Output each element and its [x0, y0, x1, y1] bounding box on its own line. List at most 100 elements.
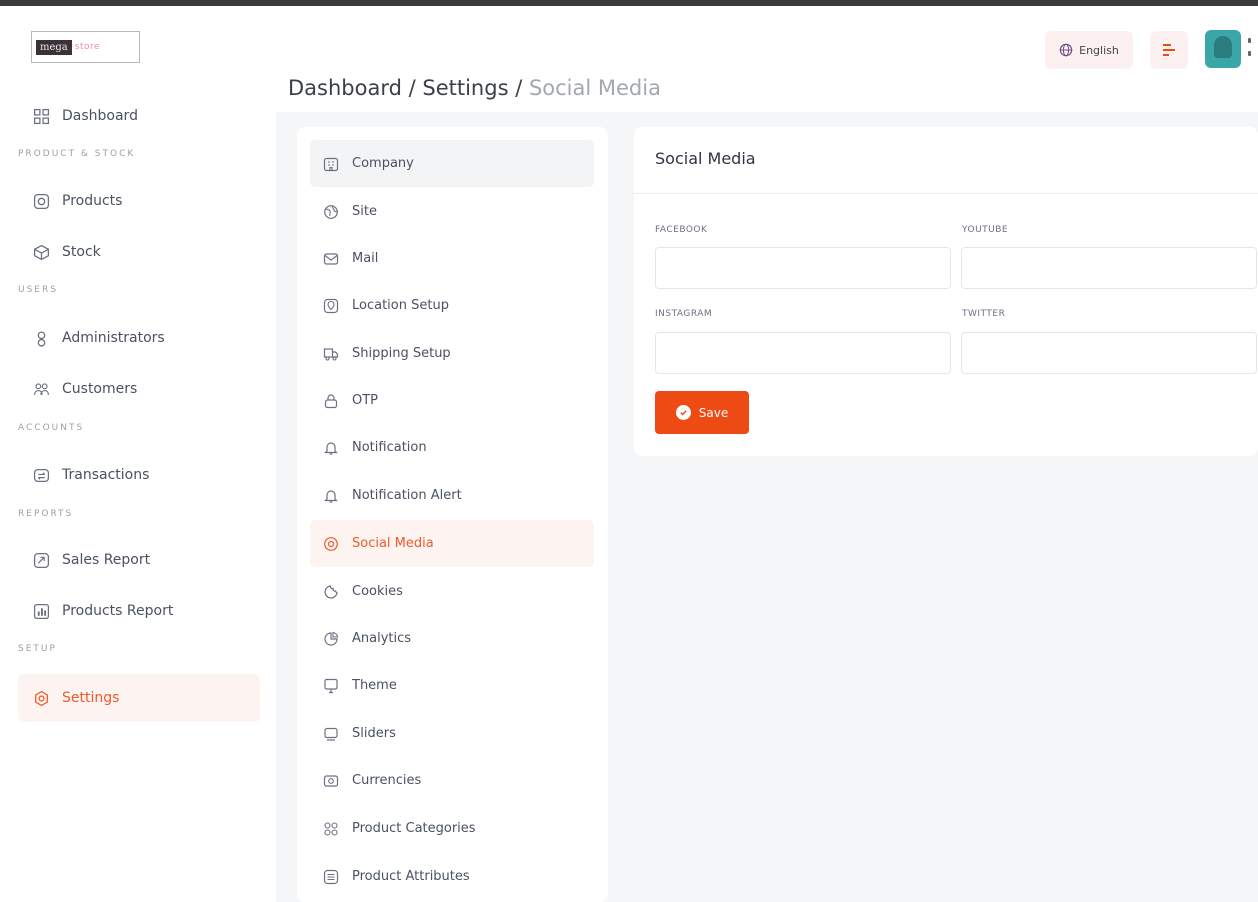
section-setup: SETUP [18, 644, 57, 654]
report-icon [32, 551, 50, 569]
settings-item-product-attributes[interactable]: Product Attributes [310, 853, 594, 900]
mail-icon [322, 250, 340, 268]
sidebar-item-products[interactable]: Products [18, 177, 260, 225]
products-icon [32, 192, 50, 210]
twitter-input[interactable] [961, 332, 1257, 374]
sidebar-item-dashboard[interactable]: Dashboard [18, 92, 260, 140]
card-title: Social Media [655, 149, 756, 168]
globe-icon [322, 203, 340, 221]
settings-item-mail[interactable]: Mail [310, 235, 594, 282]
theme-icon [322, 677, 340, 695]
instagram-label: INSTAGRAM [655, 309, 713, 319]
currency-icon [322, 772, 340, 790]
instagram-input[interactable] [655, 332, 951, 374]
settings-item-label: Sliders [352, 726, 396, 741]
settings-item-shipping-setup[interactable]: Shipping Setup [310, 330, 594, 377]
settings-item-label: OTP [352, 393, 379, 408]
users-icon [32, 380, 50, 398]
settings-item-label: Mail [352, 251, 379, 266]
settings-item-site[interactable]: Site [310, 188, 594, 235]
settings-item-label: Site [352, 204, 377, 219]
truck-icon [322, 345, 340, 363]
section-users: USERS [18, 285, 58, 295]
sidebar: Dashboard PRODUCT & STOCK Products Stock… [0, 78, 270, 902]
menu-toggle-button[interactable] [1150, 31, 1188, 69]
transactions-icon [32, 466, 50, 484]
logo[interactable]: mega store [31, 31, 140, 63]
breadcrumb-separator: / [508, 76, 529, 100]
section-reports: REPORTS [18, 509, 74, 519]
section-product-stock: PRODUCT & STOCK [18, 149, 136, 159]
settings-item-label: Product Categories [352, 821, 476, 836]
settings-item-label: Notification Alert [352, 488, 462, 503]
sidebar-item-transactions[interactable]: Transactions [18, 451, 260, 499]
lock-icon [322, 392, 340, 410]
facebook-label: FACEBOOK [655, 225, 708, 235]
settings-item-analytics[interactable]: Analytics [310, 615, 594, 662]
settings-menu: Company Site Mail Location Setup Shippin… [297, 127, 608, 902]
breadcrumb-settings[interactable]: Settings [422, 76, 508, 100]
settings-item-product-categories[interactable]: Product Categories [310, 805, 594, 852]
facebook-input[interactable] [655, 247, 951, 289]
sidebar-item-administrators[interactable]: Administrators [18, 314, 260, 362]
gear-icon [32, 689, 50, 707]
language-label: English [1079, 43, 1119, 57]
user-icon [32, 329, 50, 347]
settings-item-label: Currencies [352, 773, 422, 788]
settings-item-label: Analytics [352, 631, 412, 646]
header: mega store English [0, 6, 1258, 78]
settings-item-label: Social Media [352, 536, 434, 551]
settings-item-cookies[interactable]: Cookies [310, 568, 594, 615]
chart-icon [32, 602, 50, 620]
sidebar-item-label: Products [62, 193, 123, 209]
cookie-icon [322, 583, 340, 601]
sidebar-item-sales-report[interactable]: Sales Report [18, 536, 260, 584]
menu-icon [1163, 44, 1175, 56]
social-icon [322, 535, 340, 553]
card-divider [634, 193, 1258, 194]
settings-item-notification-alert[interactable]: Notification Alert [310, 472, 594, 519]
save-button-label: Save [698, 405, 729, 420]
language-button[interactable]: English [1045, 31, 1133, 69]
attributes-icon [322, 868, 340, 886]
settings-item-label: Company [352, 156, 414, 171]
box-icon [32, 243, 50, 261]
sidebar-item-label: Administrators [62, 330, 165, 346]
breadcrumb-separator: / [401, 76, 423, 100]
logo-primary: mega [36, 39, 72, 55]
settings-item-label: Location Setup [352, 298, 449, 313]
twitter-label: TWITTER [962, 309, 1006, 319]
settings-item-currencies[interactable]: Currencies [310, 757, 594, 804]
settings-item-company[interactable]: Company [310, 140, 594, 187]
settings-item-theme[interactable]: Theme [310, 662, 594, 709]
globe-icon [1059, 43, 1073, 57]
sidebar-item-stock[interactable]: Stock [18, 228, 260, 276]
section-accounts: ACCOUNTS [18, 423, 85, 433]
social-media-card: Social Media FACEBOOK YOUTUBE INSTAGRAM … [634, 127, 1258, 456]
building-icon [322, 155, 340, 173]
user-menu-indicator[interactable] [1248, 38, 1252, 60]
breadcrumb-current: Social Media [528, 76, 661, 100]
breadcrumb-dashboard[interactable]: Dashboard [288, 76, 402, 100]
sidebar-item-label: Customers [62, 381, 138, 397]
sidebar-item-products-report[interactable]: Products Report [18, 587, 260, 635]
save-button[interactable]: Save [655, 391, 749, 434]
sidebar-item-customers[interactable]: Customers [18, 365, 260, 413]
sidebar-item-label: Transactions [62, 467, 150, 483]
sidebar-item-settings[interactable]: Settings [18, 674, 260, 722]
breadcrumb: Dashboard / Settings / Social Media [288, 76, 661, 100]
settings-item-otp[interactable]: OTP [310, 377, 594, 424]
analytics-icon [322, 630, 340, 648]
sidebar-item-label: Settings [62, 690, 120, 706]
logo-secondary: store [74, 42, 101, 52]
settings-item-social-media[interactable]: Social Media [310, 520, 594, 567]
sidebar-item-label: Products Report [62, 603, 174, 619]
settings-item-label: Theme [352, 678, 397, 693]
settings-item-sliders[interactable]: Sliders [310, 710, 594, 757]
youtube-input[interactable] [961, 247, 1257, 289]
settings-item-location-setup[interactable]: Location Setup [310, 282, 594, 329]
slider-icon [322, 725, 340, 743]
settings-item-notification[interactable]: Notification [310, 424, 594, 471]
bell-icon [322, 439, 340, 457]
avatar[interactable] [1205, 30, 1241, 68]
